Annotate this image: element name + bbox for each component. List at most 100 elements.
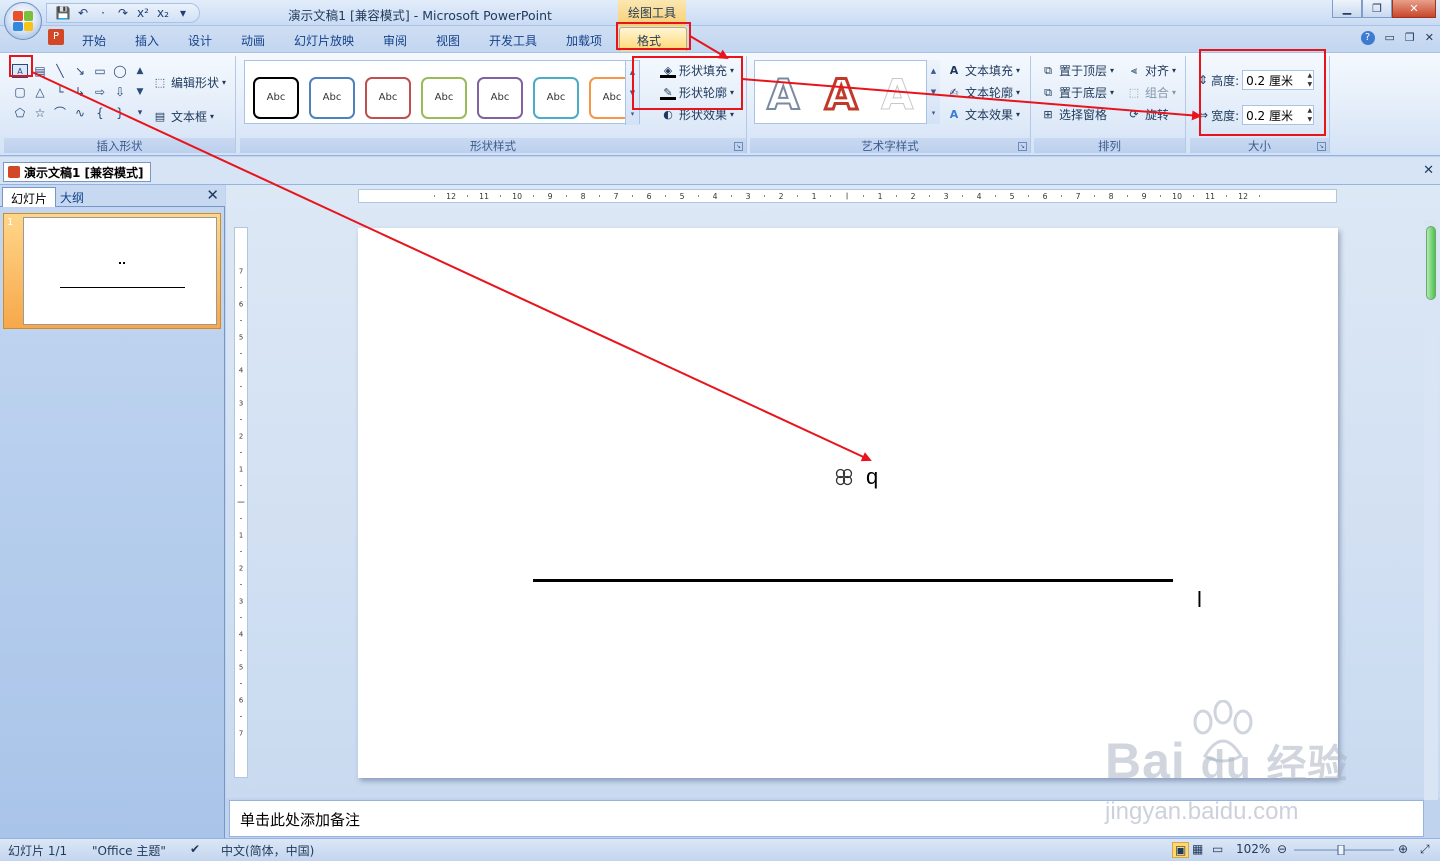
scroll-up-icon[interactable]: ▲ xyxy=(931,67,936,75)
notes-pane[interactable]: 单击此处添加备注 xyxy=(229,800,1424,837)
shape-style-blue[interactable]: Abc xyxy=(309,77,355,119)
gallery-down-icon[interactable]: ▼ xyxy=(132,85,148,99)
office-button[interactable] xyxy=(4,2,42,40)
scroll-down-icon[interactable]: ▼ xyxy=(931,88,936,96)
tab-view[interactable]: 视图 xyxy=(436,32,460,49)
tab-slideshow[interactable]: 幻灯片放映 xyxy=(294,32,354,49)
zoom-out-icon[interactable]: ⊖ xyxy=(1277,842,1287,856)
ribbon-restore-icon[interactable]: ❐ xyxy=(1405,31,1415,45)
close-document-icon[interactable]: ✕ xyxy=(1423,163,1434,178)
shape-style-red[interactable]: Abc xyxy=(365,77,411,119)
selection-pane-button[interactable]: ⊞ 选择窗格 xyxy=(1040,106,1107,123)
down-arrow-shape-icon[interactable]: ⇩ xyxy=(112,85,128,99)
flower-symbol-icon[interactable] xyxy=(834,467,854,487)
dialog-launcher-icon[interactable]: ↘ xyxy=(734,142,743,151)
elbow-arrow-icon[interactable]: ↳ xyxy=(72,85,88,99)
tab-animations[interactable]: 动画 xyxy=(241,32,265,49)
gallery-more-icon[interactable]: ▾ xyxy=(132,106,148,120)
slide-thumbnail[interactable] xyxy=(23,217,217,325)
shape-outline-button[interactable]: ✎ 形状轮廓 ▾ xyxy=(660,84,734,101)
tab-insert[interactable]: 插入 xyxy=(135,32,159,49)
vertical-scrollbar[interactable] xyxy=(1424,220,1438,800)
textbox-shape-icon[interactable]: A xyxy=(12,64,28,78)
shape-style-gallery-scroll[interactable]: ▲ ▼ ▾ xyxy=(625,61,639,125)
ribbon-close-icon[interactable]: ✕ xyxy=(1425,31,1434,45)
help-icon[interactable]: ? xyxy=(1360,31,1375,45)
close-button[interactable]: ✕ xyxy=(1392,0,1436,18)
scrollbar-thumb[interactable] xyxy=(1426,226,1436,300)
shape-style-purple[interactable]: Abc xyxy=(477,77,523,119)
text-fill-button[interactable]: A 文本填充 ▾ xyxy=(946,62,1020,79)
gallery-expand-icon[interactable]: ▾ xyxy=(631,110,635,118)
zoom-slider[interactable] xyxy=(1294,845,1394,855)
rotate-button[interactable]: ⟳ 旋转 xyxy=(1126,106,1169,123)
dialog-launcher-icon[interactable]: ↘ xyxy=(1018,142,1027,151)
slideshow-view-icon[interactable]: ▭ xyxy=(1212,842,1223,856)
slide-text-q[interactable]: q xyxy=(866,464,878,490)
line-shape-icon[interactable]: ╲ xyxy=(52,64,68,78)
tab-design[interactable]: 设计 xyxy=(188,32,212,49)
height-spinner[interactable]: ▲ ▼ xyxy=(1307,71,1312,89)
edit-shape-button[interactable]: ⬚ 编辑形状 ▾ xyxy=(152,74,226,91)
send-to-back-button[interactable]: ⧉ 置于底层 ▾ xyxy=(1040,84,1114,101)
tab-outline[interactable]: 大纲 xyxy=(52,187,92,207)
shape-style-green[interactable]: Abc xyxy=(421,77,467,119)
slide-horizontal-line[interactable] xyxy=(533,579,1173,582)
spin-down-icon[interactable]: ▼ xyxy=(1307,115,1312,124)
wordart-style-light[interactable]: A xyxy=(881,72,915,117)
gallery-expand-icon[interactable]: ▾ xyxy=(932,109,936,117)
shape-effects-button[interactable]: ◐ 形状效果 ▾ xyxy=(660,106,734,123)
oval-shape-icon[interactable]: ◯ xyxy=(112,64,128,78)
spellcheck-icon[interactable]: ✔ xyxy=(190,842,200,856)
tab-slides[interactable]: 幻灯片 xyxy=(2,187,57,207)
tab-developer[interactable]: 开发工具 xyxy=(489,32,537,49)
slide-text-l[interactable]: l xyxy=(1197,587,1202,613)
restore-button[interactable]: ❐ xyxy=(1362,0,1392,18)
textbox-button[interactable]: ▤ 文本框 ▾ xyxy=(152,108,214,125)
ribbon-minimize-icon[interactable]: ▭ xyxy=(1385,31,1395,45)
slide-canvas[interactable]: q l xyxy=(358,228,1338,778)
shape-style-black[interactable]: Abc xyxy=(253,77,299,119)
wordart-style-red[interactable]: A xyxy=(824,71,859,118)
rounded-rect-icon[interactable]: ▢ xyxy=(12,85,28,99)
tab-home[interactable]: 开始 xyxy=(82,32,106,49)
zoom-level[interactable]: 102% xyxy=(1236,842,1270,856)
group-button[interactable]: ⬚ 组合 ▾ xyxy=(1126,84,1176,101)
dialog-launcher-icon[interactable]: ↘ xyxy=(1317,142,1326,151)
arrow-line-icon[interactable]: ↘ xyxy=(72,64,88,78)
text-effects-button[interactable]: A 文本效果 ▾ xyxy=(946,106,1020,123)
scribble-shape-icon[interactable]: ∿ xyxy=(72,106,88,120)
scroll-down-icon[interactable]: ▼ xyxy=(630,89,635,97)
vertical-textbox-icon[interactable]: ▤ xyxy=(32,64,48,78)
tab-review[interactable]: 审阅 xyxy=(383,32,407,49)
curve-shape-icon[interactable]: ⌒ xyxy=(52,106,68,120)
fit-to-window-icon[interactable]: ⤢ xyxy=(1420,842,1430,857)
scroll-up-icon[interactable]: ▲ xyxy=(630,68,635,76)
normal-view-icon[interactable]: ▣ xyxy=(1172,842,1190,858)
width-input[interactable]: 0.2 厘米 ▲ ▼ xyxy=(1242,105,1315,125)
freeform-shape-icon[interactable]: ⬠ xyxy=(12,106,28,120)
wordart-gallery-scroll[interactable]: ▲ ▼ ▾ xyxy=(926,60,940,124)
tab-format[interactable]: 格式 xyxy=(637,32,661,49)
pane-close-icon[interactable]: ✕ xyxy=(206,186,219,204)
tab-addins[interactable]: 加载项 xyxy=(566,32,602,49)
width-spinner[interactable]: ▲ ▼ xyxy=(1307,106,1312,124)
triangle-shape-icon[interactable]: △ xyxy=(32,85,48,99)
right-arrow-shape-icon[interactable]: ⇨ xyxy=(92,85,108,99)
align-button[interactable]: ⫷ 对齐 ▾ xyxy=(1126,62,1176,79)
brace-shape-icon[interactable]: { xyxy=(92,106,108,120)
star-shape-icon[interactable]: ☆ xyxy=(32,106,48,120)
spin-up-icon[interactable]: ▲ xyxy=(1307,71,1312,80)
rectangle-shape-icon[interactable]: ▭ xyxy=(92,64,108,78)
shape-style-aqua[interactable]: Abc xyxy=(533,77,579,119)
shape-fill-button[interactable]: ◈ 形状填充 ▾ xyxy=(660,62,734,79)
spin-up-icon[interactable]: ▲ xyxy=(1307,106,1312,115)
zoom-in-icon[interactable]: ⊕ xyxy=(1398,842,1408,856)
height-input[interactable]: 0.2 厘米 ▲ ▼ xyxy=(1242,70,1315,90)
slide-sorter-icon[interactable]: ▦ xyxy=(1192,842,1203,856)
minimize-button[interactable]: ▁ xyxy=(1332,0,1362,18)
slide-thumbnail-selected[interactable]: 1 xyxy=(3,213,221,329)
document-tab[interactable]: 演示文稿1 [兼容模式] xyxy=(3,162,151,182)
bracket-shape-icon[interactable]: } xyxy=(112,106,128,120)
bring-to-front-button[interactable]: ⧉ 置于顶层 ▾ xyxy=(1040,62,1114,79)
